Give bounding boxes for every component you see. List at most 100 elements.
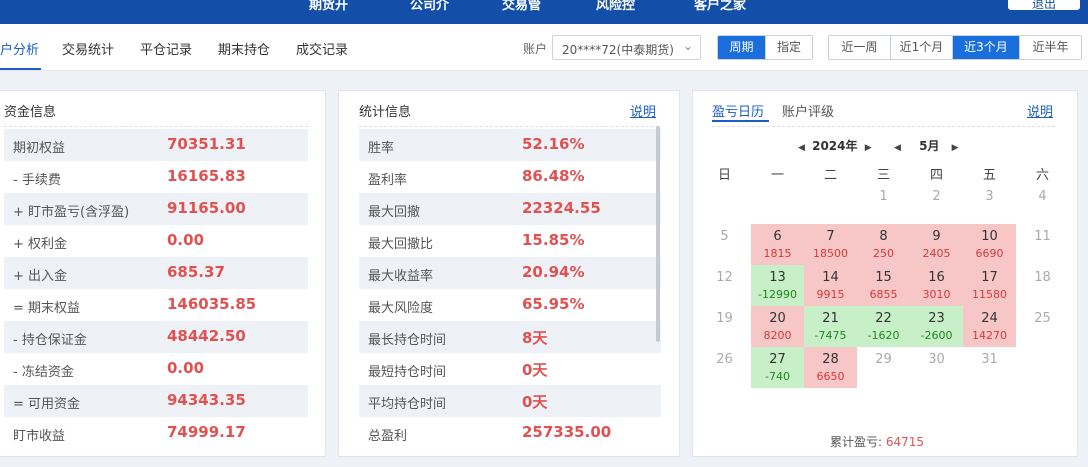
calendar-day[interactable]: 8 250 bbox=[857, 224, 910, 265]
top-nav-item[interactable]: 风险控 bbox=[596, 0, 635, 13]
weekday-label: 一 bbox=[770, 168, 784, 183]
chevron-left-icon[interactable]: ◀ bbox=[894, 143, 901, 153]
list-item: - 持仓保证金 48442.50 bbox=[4, 321, 308, 353]
calendar-day[interactable]: 21 -7475 bbox=[804, 306, 857, 347]
list-item: 最长持仓时间 8天 bbox=[359, 321, 661, 353]
year-label: 2024年 bbox=[812, 139, 858, 153]
stats-explain-link[interactable]: 说明 bbox=[630, 101, 656, 120]
calendar-day bbox=[804, 184, 857, 225]
weekday-label: 四 bbox=[929, 168, 943, 183]
list-item: + 盯市盈亏(含浮盈) 91165.00 bbox=[4, 193, 308, 225]
period-mode-custom-button[interactable]: 指定 bbox=[766, 36, 812, 59]
calendar-day: 12 bbox=[698, 265, 751, 306]
row-label: - 冻结资金 bbox=[13, 365, 74, 380]
day-pnl: 6690 bbox=[975, 247, 1004, 260]
tab-close-records[interactable]: 平仓记录 bbox=[140, 39, 192, 58]
tab-pnl-calendar[interactable]: 盈亏日历 bbox=[712, 101, 764, 120]
chevron-right-icon[interactable]: ▶ bbox=[865, 143, 872, 153]
day-pnl: 9915 bbox=[816, 288, 845, 301]
day-number: 15 bbox=[875, 270, 892, 285]
account-select[interactable]: 20****72(中泰期货) ⌄ bbox=[552, 35, 701, 60]
calendar-day[interactable]: 14 9915 bbox=[804, 265, 857, 306]
stats-panel: 统计信息 说明 胜率 52.16% 盈利率 86.48% 最大回撤 22324.55 最大回… bbox=[338, 90, 680, 457]
calendar-day[interactable]: 15 6855 bbox=[857, 265, 910, 306]
calendar-day[interactable]: 13 -12990 bbox=[751, 265, 804, 306]
chevron-down-icon: ⌄ bbox=[682, 39, 693, 53]
day-number: 10 bbox=[981, 229, 998, 244]
calendar-day[interactable]: 27 -740 bbox=[751, 347, 804, 388]
divider bbox=[4, 126, 308, 127]
day-number: 18 bbox=[1034, 270, 1051, 285]
calendar-day: 4 bbox=[1016, 184, 1069, 225]
row-value: 91165.00 bbox=[167, 199, 246, 217]
calendar-day[interactable]: 20 8200 bbox=[751, 306, 804, 347]
chevron-left-icon[interactable]: ◀ bbox=[798, 143, 805, 153]
range-1-week-button[interactable]: 近一周 bbox=[829, 36, 891, 59]
chevron-right-icon[interactable]: ▶ bbox=[952, 143, 959, 153]
row-value: 65.95% bbox=[522, 295, 585, 313]
row-label: 总盈利 bbox=[368, 429, 408, 444]
range-3-month-button[interactable]: 近3个月 bbox=[953, 36, 1020, 59]
weekday-label: 五 bbox=[982, 168, 996, 183]
calendar-day[interactable]: 22 -1620 bbox=[857, 306, 910, 347]
calendar-day bbox=[1016, 347, 1069, 388]
calendar-day[interactable]: 6 1815 bbox=[751, 224, 804, 265]
day-pnl: -740 bbox=[765, 370, 790, 383]
row-label: 最大回撤 bbox=[368, 205, 421, 220]
top-nav-item[interactable]: 期货开 bbox=[309, 0, 348, 13]
row-value: 94343.35 bbox=[167, 391, 246, 409]
day-number: 30 bbox=[928, 352, 945, 367]
top-nav-item[interactable]: 交易管 bbox=[502, 0, 541, 13]
range-1-month-button[interactable]: 近1个月 bbox=[891, 36, 953, 59]
top-nav-bar: 期货开 公司介 交易管 风险控 客户之家 退出 bbox=[0, 0, 1088, 24]
range-half-year-button[interactable]: 近半年 bbox=[1020, 36, 1081, 59]
row-label: 期初权益 bbox=[13, 141, 66, 156]
calendar-day[interactable]: 24 14270 bbox=[963, 306, 1016, 347]
weekday-label: 二 bbox=[823, 168, 837, 183]
stats-scrollbar[interactable] bbox=[656, 126, 660, 342]
row-value: 146035.85 bbox=[167, 295, 257, 313]
day-pnl: 3010 bbox=[922, 288, 951, 301]
tab-account-analysis[interactable]: 户分析 bbox=[0, 39, 39, 58]
row-value: 0天 bbox=[522, 393, 548, 411]
top-nav-item[interactable]: 公司介 bbox=[410, 0, 449, 13]
calendar-day: 19 bbox=[698, 306, 751, 347]
period-mode-cycle-button[interactable]: 周期 bbox=[718, 36, 766, 59]
day-number: 2 bbox=[932, 189, 941, 204]
calendar-day[interactable]: 28 6650 bbox=[804, 347, 857, 388]
day-pnl: 1815 bbox=[763, 247, 792, 260]
weekday-label: 三 bbox=[876, 168, 890, 183]
day-pnl: -1620 bbox=[867, 329, 900, 342]
day-number: 13 bbox=[769, 270, 786, 285]
day-number: 17 bbox=[981, 270, 998, 285]
sub-nav: 户分析 交易统计 平仓记录 期末持仓 成交记录 账户 20****72(中泰期货… bbox=[0, 24, 1088, 71]
calendar-explain-link[interactable]: 说明 bbox=[1027, 101, 1053, 120]
logout-button[interactable]: 退出 bbox=[1008, 0, 1080, 11]
row-label: 平均持仓时间 bbox=[368, 397, 447, 412]
calendar-day: 25 bbox=[1016, 306, 1069, 347]
row-value: 22324.55 bbox=[522, 199, 601, 217]
top-nav-item[interactable]: 客户之家 bbox=[694, 0, 746, 13]
tab-account-rating[interactable]: 账户评级 bbox=[782, 101, 834, 120]
calendar-day bbox=[698, 184, 751, 225]
calendar-day[interactable]: 23 -2600 bbox=[910, 306, 963, 347]
calendar-day[interactable]: 17 11580 bbox=[963, 265, 1016, 306]
list-item: 最大风险度 65.95% bbox=[359, 289, 661, 321]
tab-trade-stats[interactable]: 交易统计 bbox=[62, 39, 114, 58]
account-select-value: 20****72(中泰期货) bbox=[562, 43, 674, 57]
calendar-day[interactable]: 9 2405 bbox=[910, 224, 963, 265]
calendar-day[interactable]: 10 6690 bbox=[963, 224, 1016, 265]
day-pnl: -2600 bbox=[920, 329, 953, 342]
tab-deal-records[interactable]: 成交记录 bbox=[296, 39, 348, 58]
calendar-day[interactable]: 7 18500 bbox=[804, 224, 857, 265]
row-label: + 盯市盈亏(含浮盈) bbox=[13, 205, 130, 220]
day-pnl: 6855 bbox=[869, 288, 898, 301]
day-pnl: 2405 bbox=[922, 247, 951, 260]
calendar-day[interactable]: 16 3010 bbox=[910, 265, 963, 306]
tab-end-positions[interactable]: 期末持仓 bbox=[218, 39, 270, 58]
row-value: 0.00 bbox=[167, 231, 205, 249]
row-label: 胜率 bbox=[368, 141, 395, 156]
weekday-label: 六 bbox=[1035, 168, 1049, 183]
day-pnl: 11580 bbox=[972, 288, 1007, 301]
funds-title: 资金信息 bbox=[4, 105, 57, 120]
